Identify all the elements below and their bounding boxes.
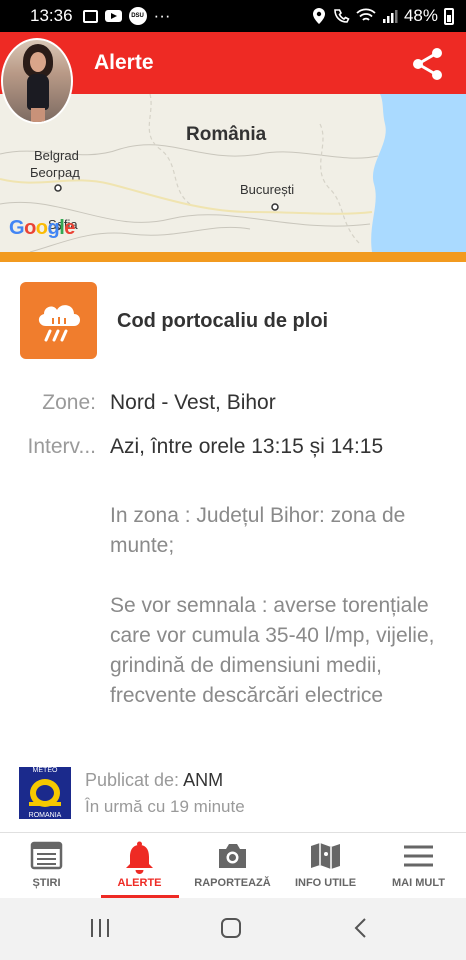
- map-label-country: România: [186, 124, 267, 145]
- published-time: În urmă cu 19 minute: [85, 797, 245, 816]
- rain-cloud-icon: [20, 282, 97, 359]
- nav-label-mai-mult: MAI MULT: [392, 877, 445, 889]
- camera-icon: [219, 844, 246, 868]
- zone-label: Zone:: [42, 391, 96, 414]
- battery-percent: 48%: [403, 6, 438, 25]
- nav-label-raporteaza: RAPORTEAZĂ: [194, 877, 271, 889]
- map-icon: [311, 843, 340, 869]
- nav-stiri[interactable]: ȘTIRI: [0, 833, 93, 899]
- map-label-bucuresti: București: [240, 182, 295, 197]
- nav-alerte[interactable]: ALERTE: [93, 833, 186, 899]
- nav-info-utile[interactable]: INFO UTILE: [279, 833, 372, 899]
- alert-color-bar: [0, 252, 466, 262]
- meteo-romania-logo: METEO ROMANIA: [19, 767, 71, 819]
- location-icon: [312, 8, 325, 24]
- wifi-call-icon: [334, 9, 350, 23]
- avatar[interactable]: [1, 38, 73, 124]
- signal-icon: [382, 10, 398, 23]
- more-notifications-icon: ···: [153, 6, 171, 25]
- nav-label-alerte: ALERTE: [117, 877, 162, 889]
- page-title: Alerte: [94, 51, 154, 74]
- google-logo: Google: [9, 217, 75, 239]
- status-time: 13:36: [30, 6, 73, 25]
- bottom-nav: ȘTIRI ALERTE RAPORTEAZĂ INFO UTILE MAI M…: [0, 832, 466, 898]
- nav-mai-mult[interactable]: MAI MULT: [372, 833, 465, 899]
- alert-map[interactable]: România Belgrad Београд București Sofia …: [0, 94, 466, 252]
- system-nav-bar: [0, 898, 466, 960]
- home-icon[interactable]: [220, 917, 242, 939]
- publisher-line: Publicat de: ANM: [85, 770, 223, 791]
- map-label-beograd: Београд: [30, 165, 80, 180]
- interval-value: Azi, între orele 13:15 și 14:15: [110, 435, 384, 458]
- nav-label-stiri: ȘTIRI: [32, 877, 61, 889]
- notification-icons: DSU ···: [82, 6, 171, 26]
- newspaper-icon: [30, 841, 63, 870]
- wifi-icon: [356, 8, 376, 21]
- youtube-icon: [104, 10, 122, 22]
- map-label-belgrad: Belgrad: [34, 148, 79, 163]
- battery-icon: [444, 7, 454, 25]
- system-icons: 48%: [312, 6, 454, 26]
- zone-value: Nord - Vest, Bihor: [110, 391, 276, 414]
- gallery-icon: [82, 9, 98, 23]
- dsu-icon: DSU: [128, 7, 147, 25]
- menu-icon: [404, 845, 433, 867]
- share-icon[interactable]: [409, 45, 447, 83]
- interval-label: Interv...: [27, 435, 96, 458]
- nav-label-info-utile: INFO UTILE: [294, 877, 357, 889]
- alert-title: Cod portocaliu de ploi: [117, 310, 329, 332]
- recent-apps-icon[interactable]: [89, 918, 111, 938]
- nav-raporteaza[interactable]: RAPORTEAZĂ: [186, 833, 279, 899]
- alert-description-zone: In zona : Județul Bihor: zona de munte;: [110, 504, 406, 557]
- publisher-name: ANM: [183, 770, 224, 790]
- publisher-label: Publicat de:: [85, 770, 184, 790]
- alert-description-details: Se vor semnala : averse torențiale care …: [110, 594, 435, 707]
- back-icon[interactable]: [353, 917, 369, 939]
- status-bar: 13:36 DSU ··· 48%: [0, 0, 466, 32]
- bell-icon: [126, 841, 153, 874]
